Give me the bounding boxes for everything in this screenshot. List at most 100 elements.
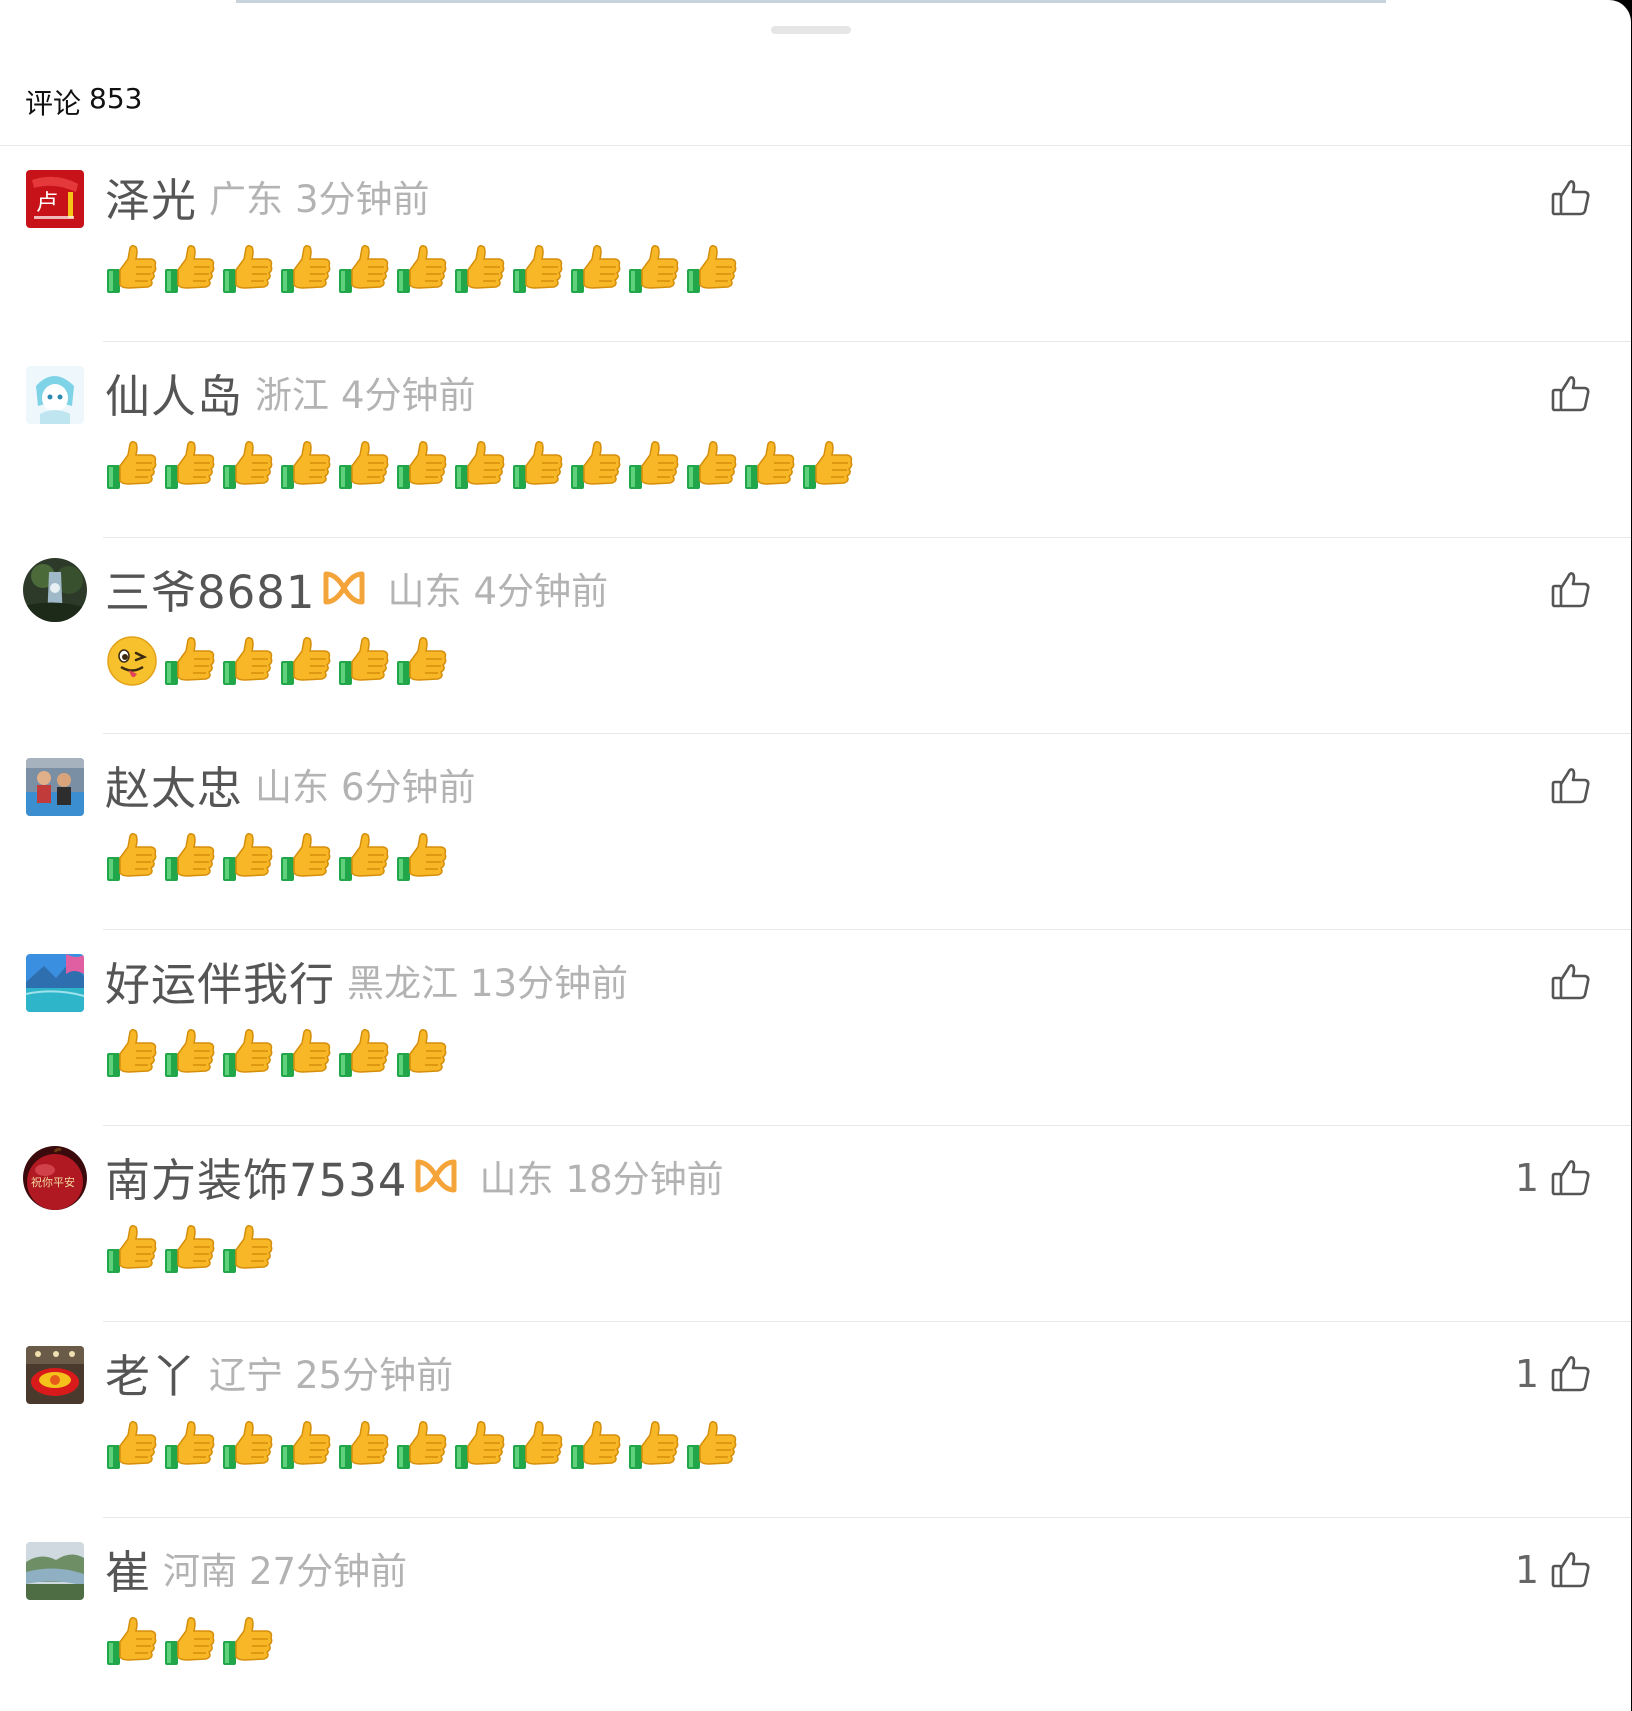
comment-meta: 南方装饰7534 山东 18分钟前 [105,1148,724,1207]
avatar[interactable] [26,758,84,816]
thumbs-up-emoji [455,1420,505,1469]
thumbs-up-emoji [281,636,331,685]
wink-tongue-emoji [107,636,157,686]
like-count: 1 [1514,1156,1539,1200]
like-thumb-icon [1551,376,1590,412]
like-button[interactable] [1549,372,1593,416]
location: 山东 [387,570,462,613]
thumbs-up-emoji [629,244,679,293]
comment-item[interactable]: 崔 河南 27分钟前 1 [0,1518,1631,1711]
comment-body [105,1418,739,1472]
username[interactable]: 三爷8681 [105,556,316,621]
like-thumb-icon [1551,572,1590,608]
avatar[interactable]: 祝你平安 [23,1146,87,1210]
timestamp: 4分钟前 [341,374,476,417]
thumbs-up-emoji [165,832,215,881]
username[interactable]: 老丫 [105,1340,197,1405]
like-thumb-icon [1551,964,1590,1000]
comment-item[interactable]: 仙人岛 浙江 4分钟前 [0,342,1631,538]
comment-meta: 泽光 广东 3分钟前 [105,168,430,227]
like-thumb-icon [1551,1160,1590,1196]
comments-sheet: 评论 853 卢 泽光 广东 3分钟前 仙人岛 浙江 4分钟前 三爷8681 山… [0,0,1631,1711]
thumbs-up-emoji [223,244,273,293]
username[interactable]: 泽光 [105,164,197,229]
comment-item[interactable]: 好运伴我行 黑龙江 13分钟前 [0,930,1631,1126]
thumbs-up-emoji [165,1224,215,1273]
thumbs-up-emoji [339,1420,389,1469]
location: 辽宁 [209,1354,284,1397]
thumbs-up-emoji [281,832,331,881]
thumbs-up-emoji [339,832,389,881]
thumbs-up-emoji [339,440,389,489]
sheet-grabber[interactable] [771,26,851,34]
thumbs-up-emoji [165,440,215,489]
like-button[interactable] [1549,176,1593,220]
avatar[interactable] [26,366,84,424]
comment-body [105,830,449,884]
avatar[interactable]: 卢 [26,170,84,228]
thumbs-up-emoji [513,440,563,489]
timestamp: 6分钟前 [341,766,476,809]
avatar[interactable] [23,558,87,622]
thumbs-up-emoji [687,440,737,489]
comment-meta: 三爷8681 山东 4分钟前 [105,560,608,619]
infinity-badge-icon [415,1159,457,1193]
location: 河南 [163,1550,238,1593]
thumbs-up-emoji [281,244,331,293]
like-button[interactable] [1549,568,1593,612]
thumbs-up-emoji [629,1420,679,1469]
thumbs-up-emoji [397,440,447,489]
comment-meta: 崔 河南 27分钟前 [105,1540,408,1599]
like-button[interactable]: 1 [1515,1156,1593,1200]
timestamp: 18分钟前 [565,1158,724,1201]
thumbs-up-emoji [281,1420,331,1469]
comment-item[interactable]: 赵太忠 山东 6分钟前 [0,734,1631,930]
like-button[interactable] [1549,960,1593,1004]
thumbs-up-emoji [339,244,389,293]
comment-meta: 好运伴我行 黑龙江 13分钟前 [105,952,628,1011]
username[interactable]: 赵太忠 [105,752,243,817]
thumbs-up-emoji [165,1028,215,1077]
comment-item[interactable]: 老丫 辽宁 25分钟前 1 [0,1322,1631,1518]
username[interactable]: 仙人岛 [105,360,243,425]
location: 山东 [255,766,330,809]
avatar[interactable] [26,1346,84,1404]
like-thumb-icon [1551,180,1590,216]
avatar[interactable] [26,954,84,1012]
comment-body [105,1222,275,1276]
thumbs-up-emoji [397,1028,447,1077]
timestamp: 27分钟前 [249,1550,408,1593]
comment-body [105,1026,449,1080]
username[interactable]: 好运伴我行 [105,948,335,1013]
comment-item[interactable]: 卢 泽光 广东 3分钟前 [0,146,1631,342]
thumbs-up-emoji [223,1028,273,1077]
infinity-badge-icon [323,571,365,605]
thumbs-up-emoji [687,244,737,293]
comment-item[interactable]: 祝你平安 南方装饰7534 山东 18分钟前 1 [0,1126,1631,1322]
avatar[interactable] [26,1542,84,1600]
thumbs-up-emoji [107,1616,157,1665]
like-button[interactable]: 1 [1515,1352,1593,1396]
location: 山东 [479,1158,554,1201]
username[interactable]: 南方装饰7534 [105,1144,408,1209]
comment-count-label: 评论 [25,87,82,120]
thumbs-up-emoji [687,1420,737,1469]
like-count: 1 [1514,1548,1539,1592]
comment-list: 卢 泽光 广东 3分钟前 仙人岛 浙江 4分钟前 三爷8681 山东 4分钟前 … [0,146,1631,1711]
thumbs-up-emoji [397,636,447,685]
like-button[interactable]: 1 [1515,1548,1593,1592]
comment-count-header: 评论 853 [25,82,142,122]
comment-item[interactable]: 三爷8681 山东 4分钟前 [0,538,1631,734]
thumbs-up-emoji [107,440,157,489]
background-strip [236,0,1386,3]
svg-text:祝你平安: 祝你平安 [31,1175,75,1189]
thumbs-up-emoji [223,1224,273,1273]
thumbs-up-emoji [571,1420,621,1469]
thumbs-up-emoji [455,244,505,293]
like-button[interactable] [1549,764,1593,808]
username[interactable]: 崔 [105,1536,151,1601]
thumbs-up-emoji [339,1028,389,1077]
thumbs-up-emoji [223,440,273,489]
location: 广东 [209,178,284,221]
thumbs-up-emoji [397,1420,447,1469]
